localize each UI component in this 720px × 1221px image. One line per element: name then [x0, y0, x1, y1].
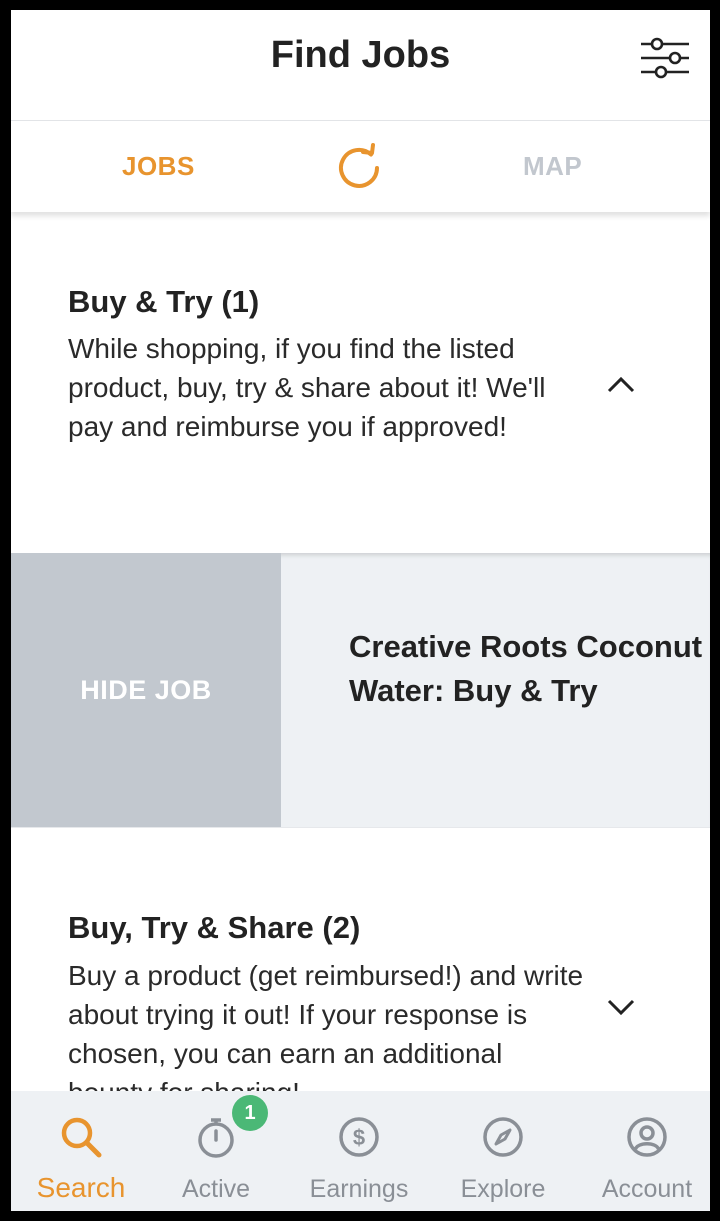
filter-sliders-icon[interactable] [639, 36, 691, 80]
notification-badge: 1 [232, 1095, 268, 1131]
nav-account[interactable]: Account [577, 1091, 710, 1211]
compass-icon [483, 1117, 523, 1157]
section-buy-try-share[interactable]: Buy, Try & Share (2) Buy a product (get … [11, 827, 710, 1108]
section-title: Buy & Try (1) [68, 284, 260, 319]
nav-active[interactable]: 1 Active [146, 1091, 286, 1211]
nav-label: Active [181, 1175, 251, 1203]
user-icon [627, 1117, 667, 1157]
app-screen: Find Jobs JOBS MAP Buy & Try (1) While s… [11, 10, 710, 1211]
job-list-item[interactable]: HIDE JOB Creative Roots Coconut Water: B… [11, 553, 710, 827]
nav-label: Account [601, 1175, 693, 1203]
job-title: Creative Roots Coconut Water: Buy & Try [349, 629, 703, 708]
nav-label: Explore [460, 1175, 546, 1203]
refresh-icon[interactable] [333, 142, 385, 194]
chevron-up-icon[interactable] [606, 374, 636, 394]
hide-job-button[interactable]: HIDE JOB [11, 553, 281, 827]
dollar-icon: $ [339, 1117, 379, 1157]
tab-jobs[interactable]: JOBS [122, 151, 195, 182]
bottom-nav: Search 1 Active $ Earnings Explore Accou… [11, 1091, 710, 1211]
search-icon [61, 1117, 102, 1158]
section-description: Buy a product (get reimbursed!) and writ… [68, 960, 584, 1108]
section-buy-try[interactable]: Buy & Try (1) While shopping, if you fin… [11, 212, 710, 553]
stopwatch-icon [198, 1118, 234, 1158]
page-title: Find Jobs [270, 34, 451, 76]
tab-bar: JOBS MAP [11, 121, 710, 212]
nav-explore[interactable]: Explore [433, 1091, 573, 1211]
nav-earnings[interactable]: $ Earnings [289, 1091, 429, 1211]
nav-label: Earnings [309, 1175, 409, 1203]
nav-label: Search [36, 1172, 126, 1203]
section-description: While shopping, if you find the listed p… [68, 333, 546, 442]
header: Find Jobs [11, 10, 710, 121]
nav-search[interactable]: Search [11, 1091, 151, 1211]
chevron-down-icon[interactable] [606, 998, 636, 1018]
tab-map[interactable]: MAP [523, 151, 582, 182]
section-title: Buy, Try & Share (2) [68, 910, 361, 945]
svg-text:$: $ [353, 1125, 365, 1150]
